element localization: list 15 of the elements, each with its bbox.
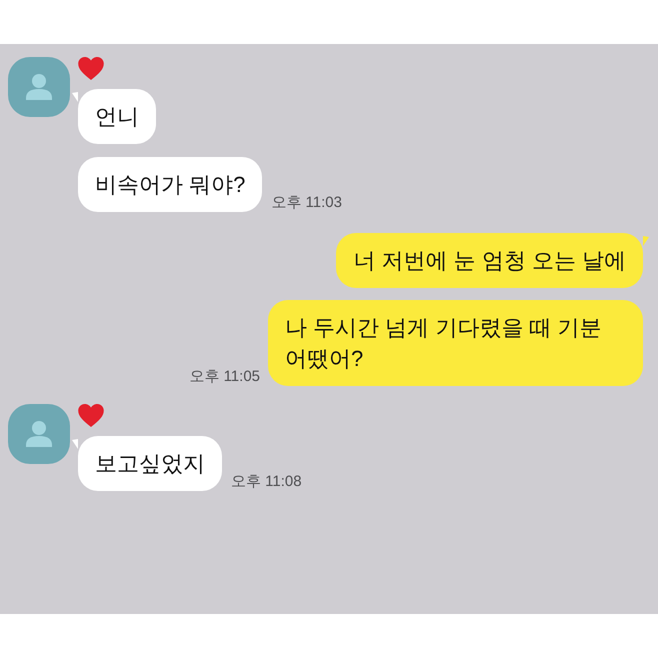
- message-bubble: 나 두시간 넘게 기다렸을 때 기분 어땠어?: [268, 300, 643, 386]
- avatar-icon: [8, 57, 70, 117]
- message-time: 오후 11:03: [271, 194, 342, 212]
- bubble-tail-icon: [72, 439, 78, 449]
- message-time: 오후 11:08: [231, 473, 302, 491]
- bubble-tail-icon: [72, 92, 78, 102]
- avatar-icon: [8, 404, 70, 464]
- heart-icon: [78, 57, 104, 80]
- message-time: 오후 11:05: [189, 368, 260, 386]
- message-bubble: 너 저번에 눈 엄청 오는 날에: [336, 233, 643, 288]
- message-bubble: 보고싶었지: [78, 436, 222, 491]
- message-bubble: 비속어가 뭐야?: [78, 157, 262, 212]
- message-bubble: 언니: [78, 89, 156, 144]
- bubble-tail-icon: [643, 236, 649, 246]
- heart-icon: [78, 404, 104, 427]
